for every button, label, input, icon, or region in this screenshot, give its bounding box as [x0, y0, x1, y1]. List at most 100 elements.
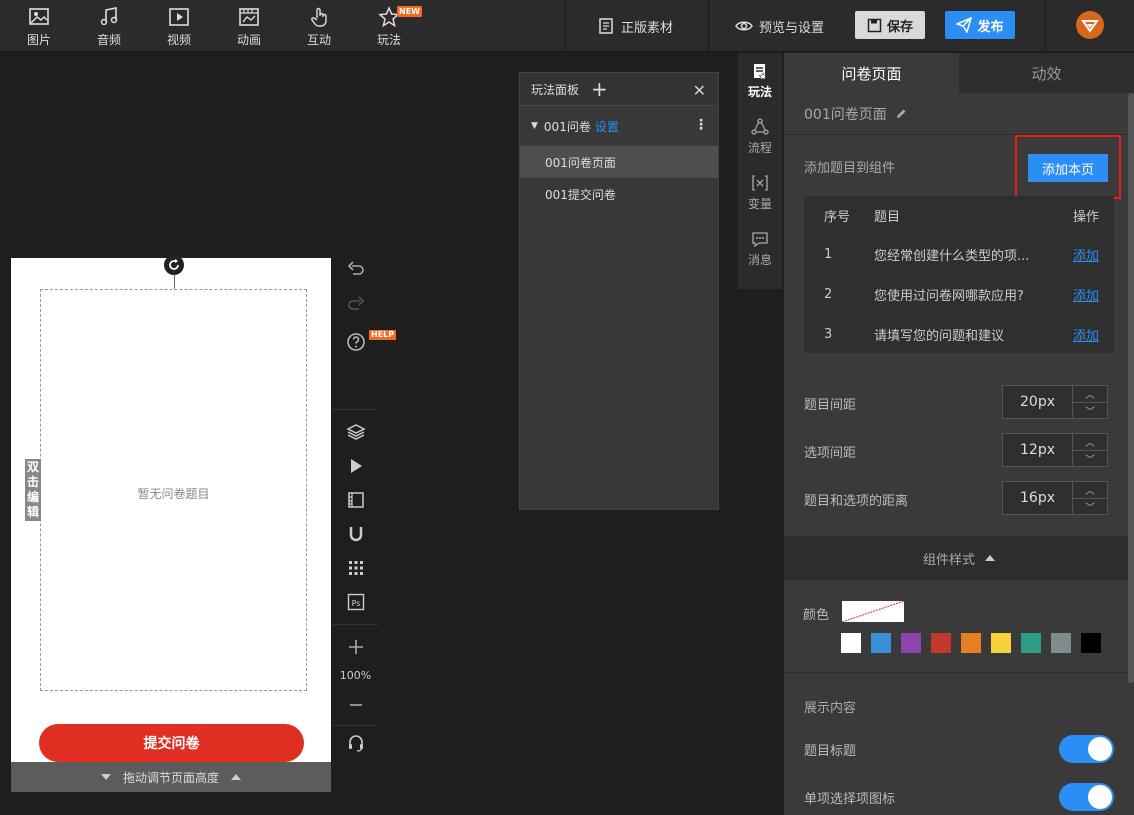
increment-button[interactable]: ︿: [1073, 386, 1107, 403]
redo-button[interactable]: [343, 292, 369, 318]
play-item-questionnaire-page[interactable]: 001问卷页面: [520, 146, 718, 178]
column-header: 题目: [874, 209, 901, 225]
caret-up-icon: [985, 555, 995, 561]
magnet-button[interactable]: [343, 521, 369, 547]
color-preview[interactable]: [842, 601, 904, 622]
edit-pencil-icon[interactable]: [895, 108, 907, 120]
help-button[interactable]: [343, 329, 369, 355]
add-this-page-button[interactable]: 添加本页: [1028, 154, 1108, 182]
flow-icon: [751, 118, 769, 135]
component-style-section[interactable]: 组件样式: [784, 536, 1134, 580]
question-title-toggle[interactable]: [1059, 735, 1114, 763]
phone-canvas[interactable]: 暂无问卷题目 双击编辑 提交问卷 拖动调节页面高度: [11, 255, 331, 792]
zoom-in-button[interactable]: [343, 634, 369, 660]
divider: [333, 409, 378, 410]
save-icon: [867, 18, 882, 32]
vertical-tab-strip: 玩法 流程 变量 消息: [738, 53, 782, 289]
question-option-distance-input[interactable]: [1003, 482, 1073, 514]
color-swatch[interactable]: [961, 633, 981, 653]
film-icon: [348, 492, 364, 508]
page-height-drag-bar[interactable]: 拖动调节页面高度: [11, 762, 331, 792]
save-button[interactable]: 保存: [855, 11, 925, 39]
divider: [333, 624, 378, 625]
more-vertical-icon[interactable]: ⋮: [694, 117, 708, 133]
display-content-label: 展示内容: [804, 701, 857, 716]
variable-icon: [752, 175, 768, 191]
ps-icon: Ps: [347, 593, 365, 611]
row-number: 1: [824, 246, 833, 262]
single-choice-icon-toggle[interactable]: [1059, 783, 1114, 811]
tool-audio[interactable]: 音频: [79, 0, 139, 52]
color-swatch[interactable]: [871, 633, 891, 653]
decrement-button[interactable]: ﹀: [1073, 499, 1107, 515]
tool-image[interactable]: 图片: [9, 0, 69, 52]
film-button[interactable]: [343, 487, 369, 513]
vtab-message[interactable]: 消息: [738, 221, 782, 277]
tab-questionnaire-page[interactable]: 问卷页面: [784, 53, 959, 93]
tool-play[interactable]: NEW 玩法: [359, 0, 422, 52]
close-icon[interactable]: ✕: [693, 81, 706, 100]
color-swatch[interactable]: [1021, 633, 1041, 653]
genuine-assets-label: 正版素材: [621, 20, 674, 36]
undo-icon: [347, 261, 364, 275]
tab-motion-effects[interactable]: 动效: [959, 53, 1134, 93]
color-label: 颜色: [803, 608, 830, 623]
caret-down-icon: [100, 774, 111, 780]
panel-scrollbar[interactable]: [1128, 93, 1134, 683]
play-icon: [351, 459, 362, 473]
group-settings-link[interactable]: 设置: [595, 118, 619, 135]
play-item-submit-questionnaire[interactable]: 001提交问卷: [520, 178, 718, 210]
add-question-link[interactable]: 添加: [1064, 325, 1114, 344]
genuine-assets-button[interactable]: 正版素材: [597, 0, 673, 52]
increment-button[interactable]: ︿: [1073, 434, 1107, 451]
tool-video[interactable]: 视频: [149, 0, 209, 52]
question-spacing-input[interactable]: [1003, 386, 1073, 418]
publish-button[interactable]: 发布: [945, 11, 1015, 39]
questionnaire-component[interactable]: 暂无问卷题目: [40, 289, 307, 691]
color-swatch[interactable]: [1051, 633, 1071, 653]
zoom-out-button[interactable]: [343, 692, 369, 718]
add-play-icon[interactable]: +: [591, 79, 608, 99]
help-icon: [347, 333, 365, 351]
add-question-link[interactable]: 添加: [1064, 245, 1114, 264]
user-avatar[interactable]: [1076, 11, 1104, 39]
row-number: 3: [824, 326, 833, 342]
option-spacing-input[interactable]: [1003, 434, 1073, 466]
preview-settings-button[interactable]: 预览与设置: [735, 0, 824, 52]
question-spacing-stepper: ︿ ﹀: [1002, 385, 1108, 419]
vtab-flow[interactable]: 流程: [738, 109, 782, 165]
question-option-distance-row: 题目和选项的距离 ︿ ﹀: [804, 481, 1108, 517]
submit-questionnaire-button[interactable]: 提交问卷: [39, 724, 304, 762]
decrement-button[interactable]: ﹀: [1073, 451, 1107, 467]
double-click-edit-tag[interactable]: 双击编辑: [25, 459, 41, 521]
play-preview-button[interactable]: [343, 453, 369, 479]
tool-label: 互动: [306, 33, 331, 47]
color-swatch[interactable]: [991, 633, 1011, 653]
spacing-label: 题目间距: [804, 397, 857, 413]
tool-interact[interactable]: 互动: [289, 0, 349, 52]
table-row: 2 您使用过问卷网哪款应用? 添加: [804, 274, 1114, 314]
customer-service-button[interactable]: [343, 730, 369, 756]
rotate-handle[interactable]: [164, 255, 184, 275]
decrement-button[interactable]: ﹀: [1073, 403, 1107, 419]
divider: [333, 725, 378, 726]
divider: [1045, 0, 1046, 52]
preview-settings-label: 预览与设置: [759, 20, 825, 36]
psd-import-button[interactable]: Ps: [343, 589, 369, 615]
tool-animation[interactable]: 动画: [219, 0, 279, 52]
grid-button[interactable]: [343, 555, 369, 581]
play-group[interactable]: ▼ 001问卷 设置 ⋮: [520, 106, 718, 146]
layers-button[interactable]: [343, 419, 369, 445]
tool-label: 图片: [26, 33, 51, 47]
plus-icon: [349, 640, 363, 654]
undo-button[interactable]: [343, 257, 369, 283]
color-swatch[interactable]: [841, 633, 861, 653]
increment-button[interactable]: ︿: [1073, 482, 1107, 499]
color-swatch[interactable]: [1081, 633, 1101, 653]
add-question-link[interactable]: 添加: [1064, 285, 1114, 304]
color-swatch[interactable]: [931, 633, 951, 653]
color-swatch[interactable]: [901, 633, 921, 653]
vtab-variable[interactable]: 变量: [738, 165, 782, 221]
vtab-play[interactable]: 玩法: [738, 53, 782, 109]
property-tabs: 问卷页面 动效: [784, 53, 1134, 93]
